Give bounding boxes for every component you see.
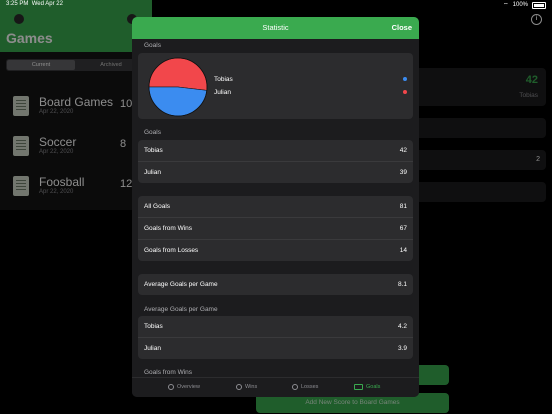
tab-overview[interactable]: Overview bbox=[168, 384, 200, 390]
battery-icon bbox=[532, 1, 546, 9]
goal-icon bbox=[354, 384, 363, 390]
statistic-modal: Statistic Close Goals Tobias Julian Goal… bbox=[132, 17, 419, 397]
tab-bar: Overview Wins Losses Goals bbox=[132, 377, 419, 397]
legend-dot-julian bbox=[403, 90, 407, 94]
list-item: Julian 3.9 bbox=[138, 337, 413, 359]
tab-goals[interactable]: Goals bbox=[354, 384, 380, 390]
list-item: Average Goals per Game 8.1 bbox=[144, 281, 407, 288]
average-card: Average Goals per Game 8.1 bbox=[138, 274, 413, 295]
section-header-goals-players: Goals bbox=[144, 129, 161, 136]
trophy-icon bbox=[292, 384, 298, 390]
pie-card: Tobias Julian bbox=[138, 53, 413, 119]
list-item: Tobias 42 bbox=[144, 147, 407, 154]
battery-percent: 100% bbox=[512, 2, 528, 8]
average-players-card: Tobias 4.2 Julian 3.9 bbox=[138, 316, 413, 359]
close-button[interactable]: Close bbox=[392, 23, 412, 32]
list-item: Goals from Wins 67 bbox=[138, 217, 413, 239]
legend-dot-tobias bbox=[403, 77, 407, 81]
overview-icon bbox=[168, 384, 174, 390]
status-time: 3:25 PM Wed Apr 22 bbox=[6, 1, 63, 7]
section-header-average: Average Goals per Game bbox=[144, 306, 218, 313]
section-header-wins: Goals from Wins bbox=[144, 369, 193, 376]
list-item: Julian 39 bbox=[138, 161, 413, 183]
list-item: Goals from Losses 14 bbox=[138, 239, 413, 261]
goals-pie-chart bbox=[148, 57, 208, 117]
pie-slice-tobias bbox=[148, 57, 208, 91]
totals-card: All Goals 81 Goals from Wins 67 Goals from… bbox=[138, 196, 413, 261]
pie-slice-julian bbox=[148, 86, 208, 117]
goals-card: Tobias 42 Julian 39 bbox=[138, 140, 413, 183]
section-header-goals: Goals bbox=[144, 42, 161, 49]
list-item: Tobias 4.2 bbox=[144, 323, 407, 330]
legend-name-tobias: Tobias bbox=[214, 76, 233, 83]
legend-name-julian: Julian bbox=[214, 89, 231, 96]
tab-losses[interactable]: Losses bbox=[292, 384, 318, 390]
modal-header: Statistic Close bbox=[132, 17, 419, 39]
trophy-icon bbox=[236, 384, 242, 390]
tab-wins[interactable]: Wins bbox=[236, 384, 257, 390]
status-bar: 3:25 PM Wed Apr 22 ⌔ 100% bbox=[0, 0, 552, 10]
wifi-icon: ⌔ bbox=[503, 3, 509, 9]
list-item: All Goals 81 bbox=[144, 203, 407, 210]
modal-title: Statistic bbox=[262, 23, 289, 32]
